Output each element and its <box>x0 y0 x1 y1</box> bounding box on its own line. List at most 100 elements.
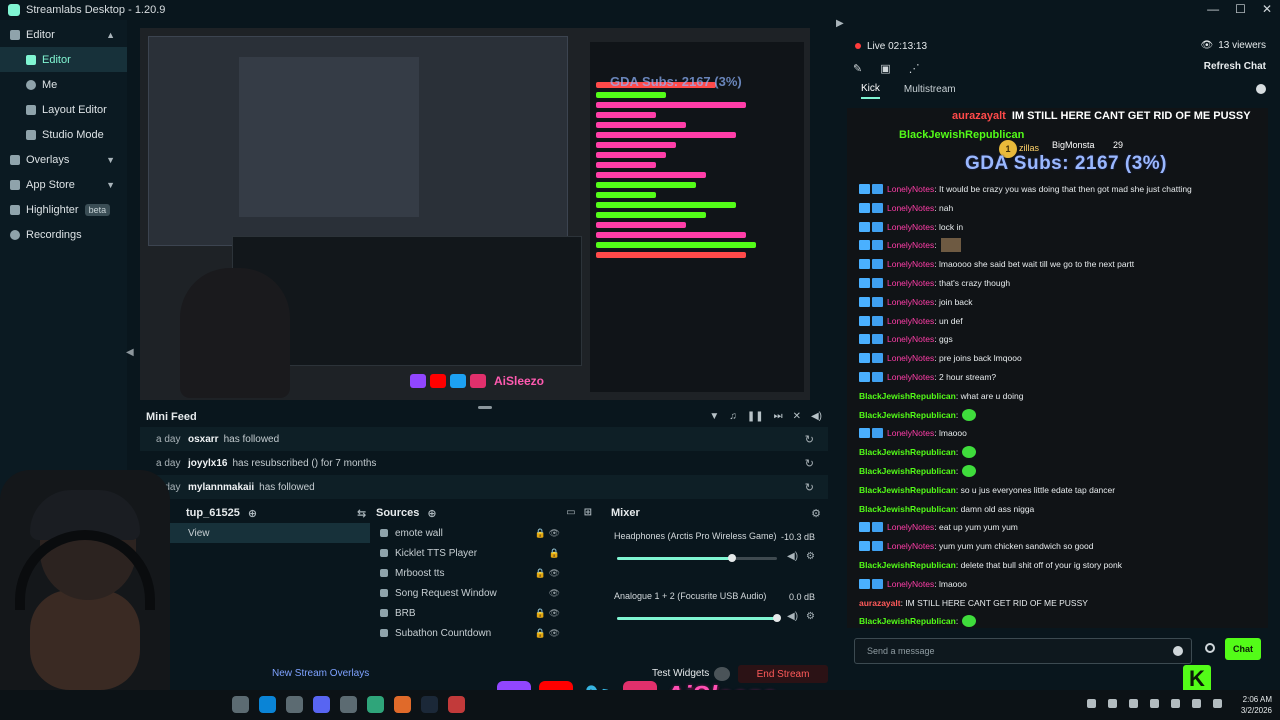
chat-username[interactable]: BlackJewishRepublican <box>859 616 956 626</box>
taskbar-app-icon[interactable] <box>286 696 303 713</box>
chat-username[interactable]: LonelyNotes <box>887 541 934 551</box>
replay-icon[interactable]: ↻ <box>805 457 814 470</box>
chat-username[interactable]: BlackJewishRepublican <box>859 466 956 476</box>
chat-input[interactable]: Send a message <box>854 638 1192 664</box>
volume-slider[interactable] <box>617 554 777 562</box>
chat-username[interactable]: LonelyNotes <box>887 334 934 344</box>
scene-collection-title[interactable]: tup_61525 ⊕ ⇆ <box>140 503 370 523</box>
tab-multistream[interactable]: Multistream <box>904 84 956 98</box>
chat-username[interactable]: LonelyNotes <box>887 353 934 363</box>
send-chat-button[interactable]: Chat <box>1225 638 1261 660</box>
gear-icon[interactable]: ⚙ <box>806 611 815 622</box>
source-actions[interactable]: 🔒 👁 <box>535 568 560 579</box>
add-scene-icon[interactable]: ⊕ <box>248 507 257 520</box>
scene-item[interactable]: View <box>140 523 370 543</box>
replay-icon[interactable]: ↻ <box>805 433 814 446</box>
chat-username[interactable]: aurazayalt <box>859 598 901 608</box>
folder-icon[interactable]: ▭ <box>566 507 575 518</box>
add-source-icon[interactable]: ⊕ <box>427 507 436 520</box>
sidebar-item-overlays[interactable]: Overlays ▼ <box>0 147 127 172</box>
chat-username[interactable]: LonelyNotes <box>887 203 934 213</box>
chat-username[interactable]: LonelyNotes <box>887 222 934 232</box>
sidebar-item-me[interactable]: Me <box>0 72 127 97</box>
chat-username[interactable]: BlackJewishRepublican <box>859 410 956 420</box>
network-icon[interactable] <box>1171 699 1180 708</box>
emoji-icon[interactable] <box>1173 646 1183 656</box>
source-actions[interactable]: 🔒 👁 <box>535 528 560 539</box>
chat-username[interactable]: BlackJewishRepublican <box>859 391 956 401</box>
chat-username[interactable]: LonelyNotes <box>887 297 934 307</box>
minimize-button[interactable]: — <box>1207 2 1219 16</box>
source-item[interactable]: Subathon Countdown 🔒 👁 <box>370 623 600 643</box>
source-item[interactable]: BRB 🔒 👁 <box>370 603 600 623</box>
chat-username[interactable]: BlackJewishRepublican <box>859 447 956 457</box>
chat-username[interactable]: LonelyNotes <box>887 278 934 288</box>
chat-username[interactable]: BlackJewishRepublican <box>859 485 956 495</box>
new-stream-overlays-link[interactable]: New Stream Overlays <box>272 668 369 679</box>
stream-preview[interactable]: GDA Subs: 2167 (3%) AiSleezo <box>140 28 810 400</box>
collapse-sidebar-arrow-icon[interactable]: ◀ <box>126 347 134 358</box>
source-actions[interactable]: 👁 <box>549 588 560 599</box>
test-widgets-button[interactable]: Test Widgets <box>652 668 709 679</box>
gear-icon[interactable]: ⚙ <box>806 551 815 562</box>
filter-icon[interactable]: ▼ <box>709 411 719 422</box>
chat-username[interactable]: LonelyNotes <box>887 428 934 438</box>
record-button[interactable] <box>714 667 730 681</box>
chat-username[interactable]: LonelyNotes <box>887 522 934 532</box>
group-icon[interactable]: ⊞ <box>584 507 592 518</box>
sidebar-item-highlighter[interactable]: Highlighter beta <box>0 197 127 222</box>
taskbar-app-icon[interactable] <box>340 696 357 713</box>
chat-username[interactable]: LonelyNotes <box>887 259 934 269</box>
volume-knob[interactable] <box>773 614 781 622</box>
speaker-icon[interactable]: ◀) <box>787 611 798 622</box>
maximize-button[interactable]: ☐ <box>1235 2 1246 16</box>
source-actions[interactable]: 🔒 👁 <box>535 608 560 619</box>
tray-arrow-icon[interactable] <box>1087 699 1096 708</box>
skip-icon[interactable]: ⏭ <box>774 411 783 422</box>
volume-slider[interactable] <box>617 614 781 622</box>
share-icon[interactable]: ⋰ <box>909 62 920 75</box>
taskbar-app-icon[interactable] <box>394 696 411 713</box>
chat-username[interactable]: BlackJewishRepublican <box>859 504 956 514</box>
tray-app-icon[interactable] <box>1129 699 1138 708</box>
source-item[interactable]: Mrboost tts 🔒 👁 <box>370 563 600 583</box>
pause-icon[interactable]: ❚❚ <box>747 411 764 422</box>
close-button[interactable]: ✕ <box>1262 2 1272 16</box>
sidebar-item-editor-group[interactable]: Editor ▲ <box>0 22 127 47</box>
chat-username[interactable]: LonelyNotes <box>887 372 934 382</box>
speaker-icon[interactable]: ◀) <box>787 551 798 562</box>
mute-icon[interactable]: ✕ <box>793 411 801 422</box>
refresh-chat-button[interactable]: Refresh Chat <box>1204 61 1266 72</box>
sidebar-item-recordings[interactable]: Recordings <box>0 222 127 247</box>
chat-username[interactable]: LonelyNotes <box>887 579 934 589</box>
expand-chat-arrow-icon[interactable]: ▶ <box>836 18 844 29</box>
taskbar-app-icon[interactable] <box>448 696 465 713</box>
source-actions[interactable]: 🔒 <box>549 548 560 559</box>
replay-icon[interactable]: ↻ <box>805 481 814 494</box>
taskbar-app-icon[interactable] <box>232 696 249 713</box>
source-item[interactable]: emote wall 🔒 👁 <box>370 523 600 543</box>
chat-username[interactable]: LonelyNotes <box>887 240 934 250</box>
notifications-icon[interactable] <box>1213 699 1222 708</box>
edge-icon[interactable] <box>259 696 276 713</box>
source-item[interactable]: Kicklet TTS Player 🔒 <box>370 543 600 563</box>
chat-username[interactable]: LonelyNotes <box>887 184 934 194</box>
source-item[interactable]: Song Request Window 👁 <box>370 583 600 603</box>
chat-settings-icon[interactable] <box>1205 643 1215 653</box>
source-actions[interactable]: 🔒 👁 <box>535 628 560 639</box>
edit-icon[interactable]: ✎ <box>853 62 862 75</box>
clock[interactable]: 2:06 AM 3/2/2026 <box>1241 694 1272 716</box>
tray-app-icon[interactable] <box>1150 699 1159 708</box>
volume-icon[interactable]: ◀) <box>811 411 822 422</box>
sidebar-item-layout-editor[interactable]: Layout Editor <box>0 97 127 122</box>
volume-icon[interactable] <box>1192 699 1201 708</box>
sidebar-item-studio-mode[interactable]: Studio Mode <box>0 122 127 147</box>
chat-messages[interactable]: aurazayalt IM STILL HERE CANT GET RID OF … <box>847 108 1268 628</box>
sidebar-item-editor[interactable]: Editor <box>0 47 127 72</box>
music-icon[interactable]: ♫ <box>729 411 737 422</box>
sidebar-item-app-store[interactable]: App Store ▼ <box>0 172 127 197</box>
steam-icon[interactable] <box>421 696 438 713</box>
info-icon[interactable] <box>1256 84 1266 94</box>
chat-username[interactable]: LonelyNotes <box>887 316 934 326</box>
streamlabs-icon[interactable] <box>367 696 384 713</box>
